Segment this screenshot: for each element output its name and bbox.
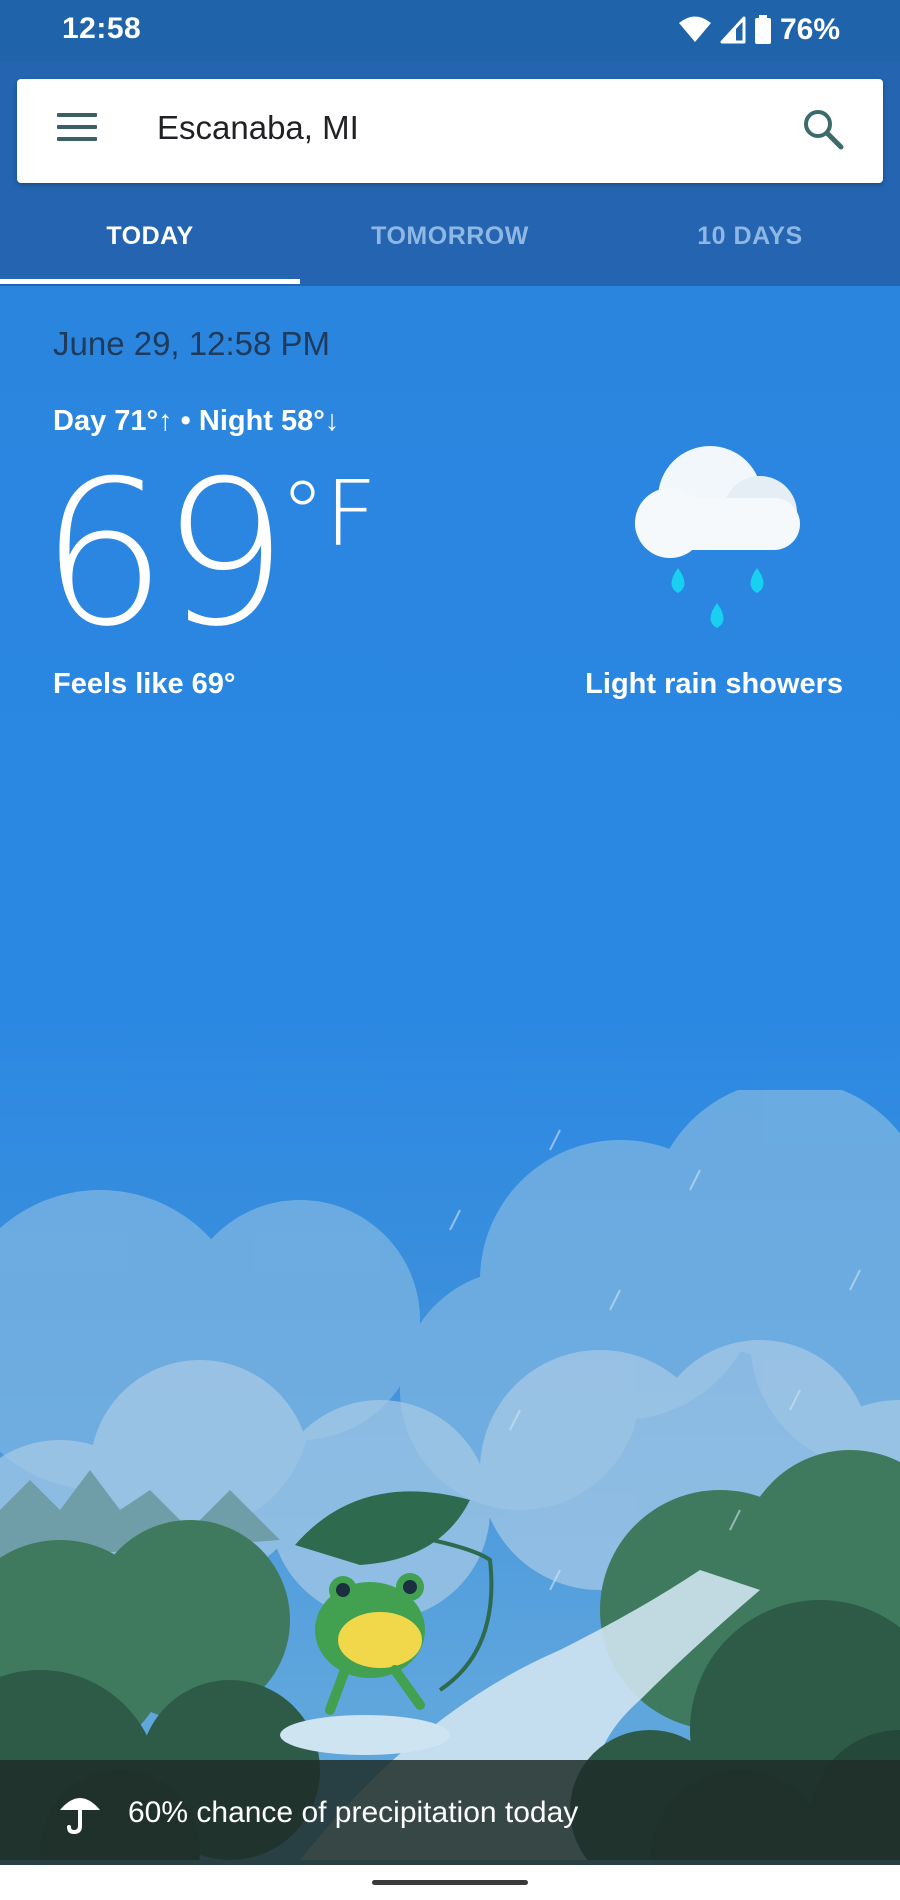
tab-today[interactable]: TODAY (0, 200, 300, 286)
battery-icon (754, 15, 771, 44)
forecast-tabs: TODAY TOMORROW 10 DAYS (0, 200, 900, 286)
location-text[interactable]: Escanaba, MI (157, 109, 359, 147)
precipitation-bar[interactable]: 60% chance of precipitation today (0, 1760, 900, 1865)
wifi-icon (678, 16, 711, 42)
precipitation-text: 60% chance of precipitation today (128, 1796, 579, 1829)
cloud-rain-icon (635, 446, 800, 628)
status-bar: 12:58 76% (0, 0, 900, 61)
feels-like: Feels like 69° (53, 668, 236, 700)
temperature-unit: °F (280, 462, 377, 567)
umbrella-icon (60, 1798, 100, 1835)
condition-text: Light rain showers (585, 668, 843, 700)
location-search-bar[interactable]: Escanaba, MI (17, 79, 883, 183)
tab-tomorrow[interactable]: TOMORROW (300, 200, 600, 286)
day-night-temps: Day 71°↑ • Night 58°↓ (53, 405, 340, 437)
current-datetime: June 29, 12:58 PM (53, 325, 331, 362)
status-time: 12:58 (62, 12, 142, 45)
home-gesture-handle[interactable] (372, 1880, 528, 1885)
menu-icon[interactable] (57, 113, 97, 149)
status-icons: 76% (678, 10, 840, 50)
rainy-frog-illustration (0, 1090, 900, 1860)
system-nav-bar (0, 1865, 900, 1900)
weather-app: 12:58 76% Escanaba, MI TODAY TOMORROW 10… (0, 0, 900, 1900)
tab-10-days[interactable]: 10 DAYS (600, 200, 900, 286)
current-temperature: 69 (40, 438, 288, 671)
signal-icon (720, 16, 746, 44)
battery-percent: 76% (779, 13, 840, 46)
search-icon[interactable] (801, 107, 845, 151)
